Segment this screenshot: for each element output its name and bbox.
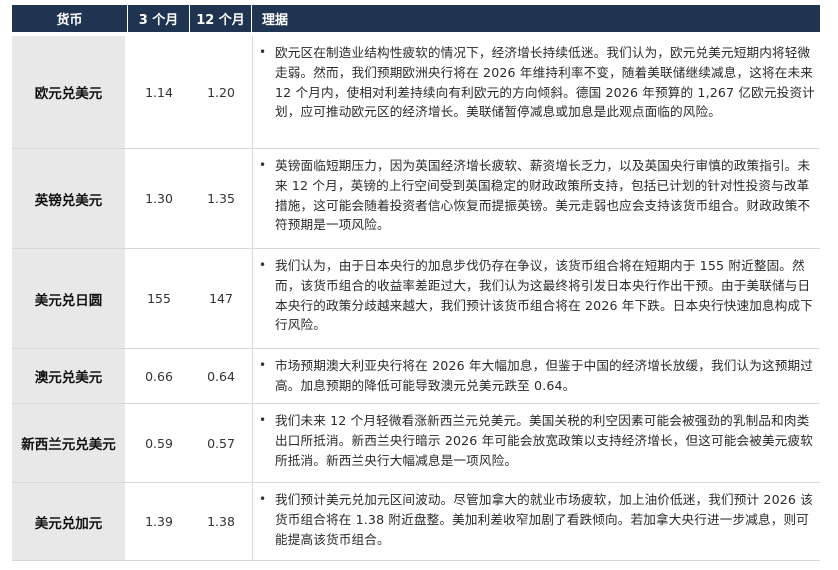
forecast-3-month: 1.14 [145,84,173,100]
forecast-12-month: 1.38 [207,514,235,529]
rationale-text: 市场预期澳大利亚央行将在 2026 年大幅加息，但鉴于中国的经济增长放缓，我们认… [275,358,813,393]
forecast-3-month: 1.30 [145,191,173,206]
forecast-12-month: 1.35 [207,191,235,206]
header-rationale: 理据 [262,13,289,28]
bullet-icon: • [259,413,267,427]
bullet-icon: • [259,45,267,59]
rationale-cell: • 我们未来 12 个月轻微看涨新西兰元兑美元。美国关税的利空因素可能会被强劲的… [252,404,820,482]
rationale-cell: • 英镑面临短期压力，因为英国经济增长疲软、薪资增长乏力，以及英国央行审慎的政策… [252,149,820,248]
forecast-12-month: 147 [209,291,233,306]
forecast-12-month: 0.64 [207,368,235,384]
fx-forecast-table: 货币 3 个月 12 个月 理据 欧元兑美元 1.14 1.20 • 欧元区在制… [12,5,820,561]
currency-pair: 澳元兑美元 [12,349,128,403]
table-row: 澳元兑美元 0.66 0.64 • 市场预期澳大利亚央行将在 2026 年大幅加… [12,349,820,404]
rationale-text: 欧元区在制造业结构性疲软的情况下，经济增长持续低迷。我们认为，欧元兑美元短期内将… [275,45,815,120]
forecast-12-month: 0.57 [207,435,235,451]
currency-pair: 美元兑日圆 [12,249,128,348]
table-header: 货币 3 个月 12 个月 理据 [12,5,820,32]
rationale-text: 英镑面临短期压力，因为英国经济增长疲软、薪资增长乏力，以及英国央行审慎的政策指引… [275,158,811,233]
rationale-cell: • 我们预计美元兑加元区间波动。尽管加拿大的就业市场疲软，加上油价低迷，我们预计… [252,483,820,560]
rationale-text: 我们未来 12 个月轻微看涨新西兰元兑美元。美国关税的利空因素可能会被强劲的乳制… [275,413,813,468]
forecast-3-month: 0.66 [145,368,173,384]
forecast-3-month: 1.39 [145,514,173,529]
bullet-icon: • [259,258,267,272]
bullet-icon: • [259,358,267,372]
rationale-cell: • 欧元区在制造业结构性疲软的情况下，经济增长持续低迷。我们认为，欧元兑美元短期… [252,36,820,148]
currency-pair: 欧元兑美元 [12,36,128,148]
forecast-3-month: 0.59 [145,435,173,451]
rationale-cell: • 我们认为，由于日本央行的加息步伐仍存在争议，该货币组合将在短期内于 155 … [252,249,820,348]
bullet-icon: • [259,492,267,506]
bullet-icon: • [259,158,267,172]
forecast-3-month: 155 [147,291,171,306]
table-row: 美元兑日圆 155 147 • 我们认为，由于日本央行的加息步伐仍存在争议，该货… [12,249,820,349]
table-row: 美元兑加元 1.39 1.38 • 我们预计美元兑加元区间波动。尽管加拿大的就业… [12,483,820,561]
forecast-12-month: 1.20 [207,84,235,100]
header-currency: 货币 [12,5,128,32]
currency-pair: 英镑兑美元 [12,149,128,248]
currency-pair: 新西兰元兑美元 [12,404,128,482]
table-row: 英镑兑美元 1.30 1.35 • 英镑面临短期压力，因为英国经济增长疲软、薪资… [12,149,820,249]
currency-pair: 美元兑加元 [12,483,128,560]
header-12-month: 12 个月 [190,5,252,32]
table-row: 新西兰元兑美元 0.59 0.57 • 我们未来 12 个月轻微看涨新西兰元兑美… [12,404,820,483]
rationale-cell: • 市场预期澳大利亚央行将在 2026 年大幅加息，但鉴于中国的经济增长放缓，我… [252,349,820,403]
table-row: 欧元兑美元 1.14 1.20 • 欧元区在制造业结构性疲软的情况下，经济增长持… [12,36,820,149]
header-3-month: 3 个月 [128,5,190,32]
rationale-text: 我们预计美元兑加元区间波动。尽管加拿大的就业市场疲软，加上油价低迷，我们预计 2… [275,492,813,547]
rationale-text: 我们认为，由于日本央行的加息步伐仍存在争议，该货币组合将在短期内于 155 附近… [275,258,813,333]
